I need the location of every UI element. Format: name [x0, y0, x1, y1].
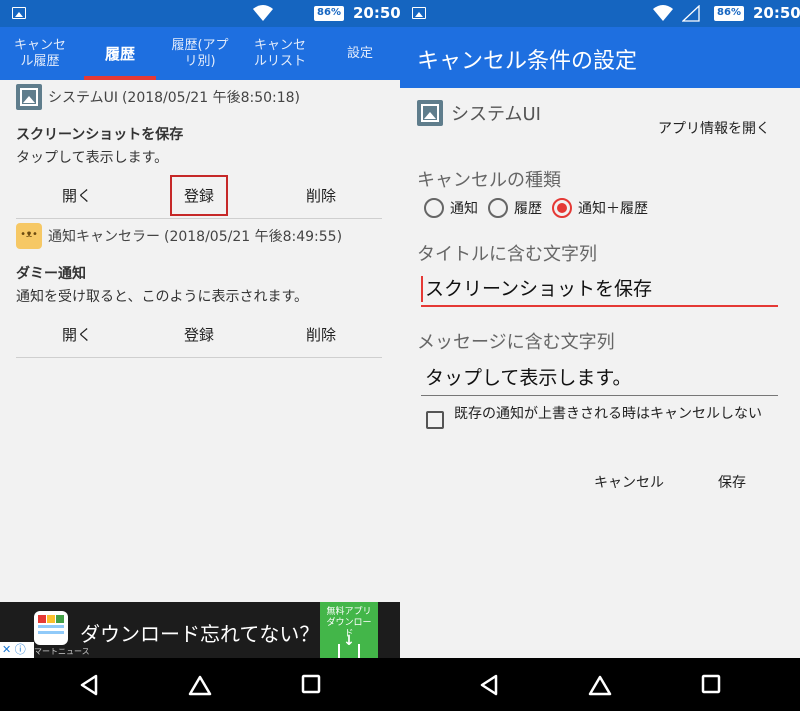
ad-close-icon[interactable]: ✕ ⓘ: [0, 642, 34, 658]
status-bar: 86% 20:50: [400, 0, 800, 27]
screenshot-notification-icon: [412, 7, 426, 19]
dialog-title: キャンセル条件の設定: [400, 27, 800, 88]
clock: 20:50: [753, 4, 800, 22]
entry-app-name: システムUI: [48, 90, 118, 106]
cancel-type-radio-group: 通知 履歴 通知＋履歴: [424, 198, 658, 218]
checkbox[interactable]: [426, 411, 444, 429]
battery-icon: 86%: [714, 6, 744, 21]
ad-text: ダウンロード忘れてない？: [80, 622, 320, 646]
cancel-type-label: キャンセルの種類: [417, 170, 561, 191]
entry-header: 通知キャンセラー (2018/05/21 午後8:49:55): [16, 221, 382, 251]
radio-history[interactable]: 履歴: [488, 198, 542, 218]
recents-icon[interactable]: [701, 674, 721, 694]
image-icon: [16, 84, 42, 110]
entry-app-name: 通知キャンセラー: [48, 229, 160, 245]
title-filter-label: タイトルに含む文字列: [417, 244, 597, 265]
history-list: システムUI (2018/05/21 午後8:50:18) スクリーンショットを…: [0, 80, 400, 358]
entry-actions: 開く 登録 削除: [16, 312, 382, 356]
tab-bar: キャンセル履歴 履歴 履歴(アプリ別) キャンセルリスト 設定: [0, 27, 400, 80]
entry-message: 通知を受け取ると、このように表示されます。: [16, 289, 309, 305]
cancel-button[interactable]: キャンセル: [594, 472, 664, 492]
home-icon[interactable]: [588, 674, 612, 696]
register-button[interactable]: 登録: [138, 174, 260, 216]
message-filter-input[interactable]: タップして表示します。: [421, 362, 778, 396]
wifi-icon: [653, 5, 673, 21]
checkbox-label: 既存の通知が上書きされる時はキャンセルしない: [454, 406, 762, 422]
delete-button[interactable]: 削除: [260, 316, 382, 353]
nav-bar: [0, 658, 400, 711]
save-button[interactable]: 保存: [718, 472, 746, 492]
cat-icon: [16, 223, 42, 249]
screenshot-notification-icon: [12, 7, 26, 19]
entry-actions: 開く 登録 削除: [16, 173, 382, 217]
ad-banner[interactable]: ダウンロード忘れてない？ 無料アプリダウンロード ✕ ⓘ マートニュース: [0, 602, 400, 662]
back-icon[interactable]: [478, 674, 500, 696]
tab-history-by-app[interactable]: 履歴(アプリ別): [160, 27, 240, 80]
news-app-logo: [34, 611, 68, 645]
ad-download-button[interactable]: 無料アプリダウンロード: [320, 602, 378, 662]
wifi-icon: [253, 5, 273, 21]
delete-button[interactable]: 削除: [260, 177, 382, 214]
signal-icon: [682, 5, 700, 22]
register-button[interactable]: 登録: [138, 316, 260, 353]
tab-cancel-history[interactable]: キャンセル履歴: [0, 27, 80, 80]
history-screen: 86% 20:50 キャンセル履歴 履歴 履歴(アプリ別) キャンセルリスト 設…: [0, 0, 400, 711]
entry-timestamp: (2018/05/21 午後8:49:55): [164, 229, 343, 245]
recents-icon[interactable]: [301, 674, 321, 694]
dialog-app-name: システムUI: [451, 104, 541, 125]
dialog-app: システムUI: [417, 100, 541, 126]
radio-notification-and-history[interactable]: 通知＋履歴: [552, 198, 648, 218]
nav-bar: [400, 658, 800, 711]
tab-cancel-list[interactable]: キャンセルリスト: [240, 27, 320, 80]
cancel-condition-screen: 86% 20:50 キャンセル条件の設定 システムUI アプリ情報を開く キャン…: [400, 0, 800, 711]
clock: 20:50: [353, 4, 400, 22]
history-entry: システムUI (2018/05/21 午後8:50:18) スクリーンショットを…: [16, 82, 382, 219]
keep-on-overwrite-checkbox[interactable]: 既存の通知が上書きされる時はキャンセルしない: [426, 406, 776, 429]
entry-title: ダミー通知: [16, 266, 86, 282]
home-icon[interactable]: [188, 674, 212, 696]
title-filter-input[interactable]: スクリーンショットを保存: [421, 273, 778, 307]
open-button[interactable]: 開く: [16, 316, 138, 353]
open-app-info-button[interactable]: アプリ情報を開く: [658, 118, 770, 138]
image-icon: [417, 100, 443, 126]
radio-notification[interactable]: 通知: [424, 198, 478, 218]
battery-icon: 86%: [314, 6, 344, 21]
entry-header: システムUI (2018/05/21 午後8:50:18): [16, 82, 382, 112]
history-entry: 通知キャンセラー (2018/05/21 午後8:49:55) ダミー通知 通知…: [16, 221, 382, 358]
back-icon[interactable]: [78, 674, 100, 696]
tab-settings[interactable]: 設定: [320, 27, 400, 80]
entry-message: タップして表示します。: [16, 150, 169, 166]
tab-history[interactable]: 履歴: [80, 27, 160, 80]
open-button[interactable]: 開く: [16, 177, 138, 214]
message-filter-label: メッセージに含む文字列: [417, 332, 615, 353]
entry-title: スクリーンショットを保存: [16, 127, 184, 143]
entry-timestamp: (2018/05/21 午後8:50:18): [121, 90, 301, 106]
ad-source: マートニュース: [34, 647, 90, 656]
status-bar: 86% 20:50: [0, 0, 400, 27]
